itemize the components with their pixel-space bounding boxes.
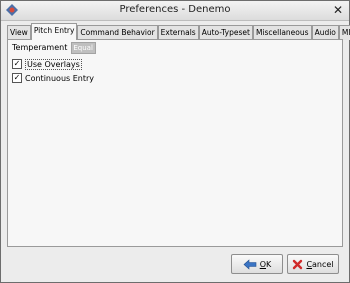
tab-command-behavior[interactable]: Command Behavior bbox=[77, 25, 158, 40]
temperament-row: Temperament Equal bbox=[10, 42, 97, 54]
continuous-entry-checkbox[interactable]: ✓ Continuous Entry bbox=[12, 72, 94, 84]
back-arrow-icon bbox=[243, 258, 257, 270]
tab-pitch-entry[interactable]: Pitch Entry bbox=[30, 23, 78, 40]
cancel-button[interactable]: Cancel bbox=[287, 254, 339, 274]
tab-externals[interactable]: Externals bbox=[157, 25, 199, 40]
ok-button[interactable]: OK bbox=[231, 254, 283, 274]
preferences-window: Preferences - Denemo ✕ View Pitch Entry … bbox=[0, 0, 350, 283]
cancel-x-icon bbox=[293, 259, 303, 269]
temperament-label: Temperament bbox=[12, 43, 68, 52]
tab-auto-typeset[interactable]: Auto-Typeset bbox=[198, 25, 253, 40]
ok-label: OK bbox=[260, 260, 272, 269]
pitch-entry-panel: Temperament Equal ✓ Use Overlays ✓ Conti… bbox=[7, 39, 343, 247]
tab-view[interactable]: View bbox=[7, 25, 31, 40]
use-overlays-checkbox[interactable]: ✓ Use Overlays bbox=[12, 58, 82, 70]
use-overlays-label: Use Overlays bbox=[25, 58, 82, 70]
tab-midi[interactable]: MIDI bbox=[338, 25, 350, 40]
ok-label-rest: K bbox=[266, 259, 272, 269]
tab-miscellaneous[interactable]: Miscellaneous bbox=[252, 25, 312, 40]
temperament-combo[interactable]: Equal bbox=[71, 42, 97, 54]
tab-audio[interactable]: Audio bbox=[311, 25, 339, 40]
use-overlays-check-icon[interactable]: ✓ bbox=[12, 59, 22, 69]
continuous-entry-label: Continuous Entry bbox=[25, 73, 95, 83]
title-bar[interactable]: Preferences - Denemo ✕ bbox=[1, 1, 349, 21]
cancel-label-rest: ancel bbox=[312, 259, 334, 269]
cancel-label: Cancel bbox=[306, 260, 333, 269]
window-title: Preferences - Denemo bbox=[119, 4, 231, 15]
continuous-entry-check-icon[interactable]: ✓ bbox=[12, 73, 22, 83]
preferences-tabs: View Pitch Entry Command Behavior Extern… bbox=[7, 23, 350, 40]
close-icon[interactable]: ✕ bbox=[331, 3, 345, 17]
